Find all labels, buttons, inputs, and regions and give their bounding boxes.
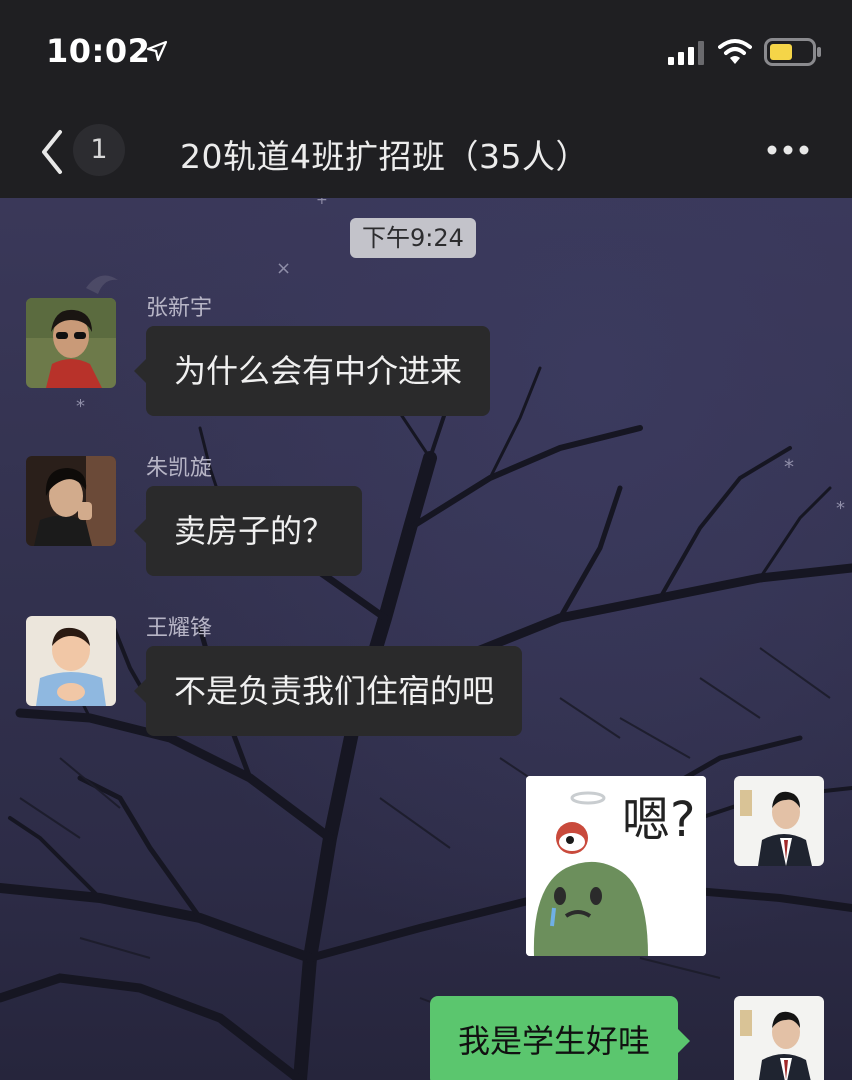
avatar[interactable] (26, 616, 116, 706)
svg-text:+: + (316, 198, 328, 208)
chat-title: 20轨道4班扩招班（35人） (180, 137, 589, 176)
message-bubble[interactable]: 为什么会有中介进来 (133, 326, 491, 416)
svg-text:*: * (76, 396, 85, 417)
baby-avatar-icon (26, 616, 116, 706)
svg-text:*: * (784, 455, 794, 479)
frog-sticker-image: 嗯? (526, 776, 706, 956)
message-bubble-self[interactable]: 我是学生好哇 (430, 996, 691, 1080)
unread-count-badge[interactable]: 1 (73, 124, 125, 176)
status-time: 10:02 (46, 32, 151, 70)
battery-icon (764, 38, 821, 66)
more-icon[interactable] (764, 138, 812, 162)
message-bubble[interactable]: 卖房子的？ (133, 486, 363, 576)
sender-name: 王耀锋 (146, 616, 213, 641)
wifi-icon (718, 39, 752, 64)
signal-icon (668, 41, 704, 65)
sender-name: 张新宇 (146, 296, 213, 321)
self-avatar[interactable] (734, 996, 824, 1080)
back-chevron-icon[interactable] (34, 126, 74, 178)
location-arrow-icon (146, 40, 168, 62)
chat-area[interactable]: × * * * + 下午9:24 张新宇 为什么会有中介进来 朱凯旋 卖房子的？… (0, 198, 852, 1080)
person-avatar-icon (734, 996, 824, 1080)
svg-text:*: * (836, 498, 845, 519)
top-bar: 10:02 1 20轨道4班扩招班（35人） (0, 0, 852, 198)
person-avatar-icon (26, 298, 116, 388)
person-avatar-icon (26, 456, 116, 546)
svg-text:×: × (276, 258, 291, 279)
self-avatar[interactable] (734, 776, 824, 866)
sticker-message[interactable]: 嗯? (526, 776, 706, 956)
avatar[interactable] (26, 298, 116, 388)
sticker-text: 嗯? (622, 792, 695, 848)
message-bubble[interactable]: 不是负责我们住宿的吧 (133, 646, 523, 736)
person-avatar-icon (734, 776, 824, 866)
avatar[interactable] (26, 456, 116, 546)
message-timestamp: 下午9:24 (350, 218, 476, 258)
sender-name: 朱凯旋 (146, 456, 213, 481)
